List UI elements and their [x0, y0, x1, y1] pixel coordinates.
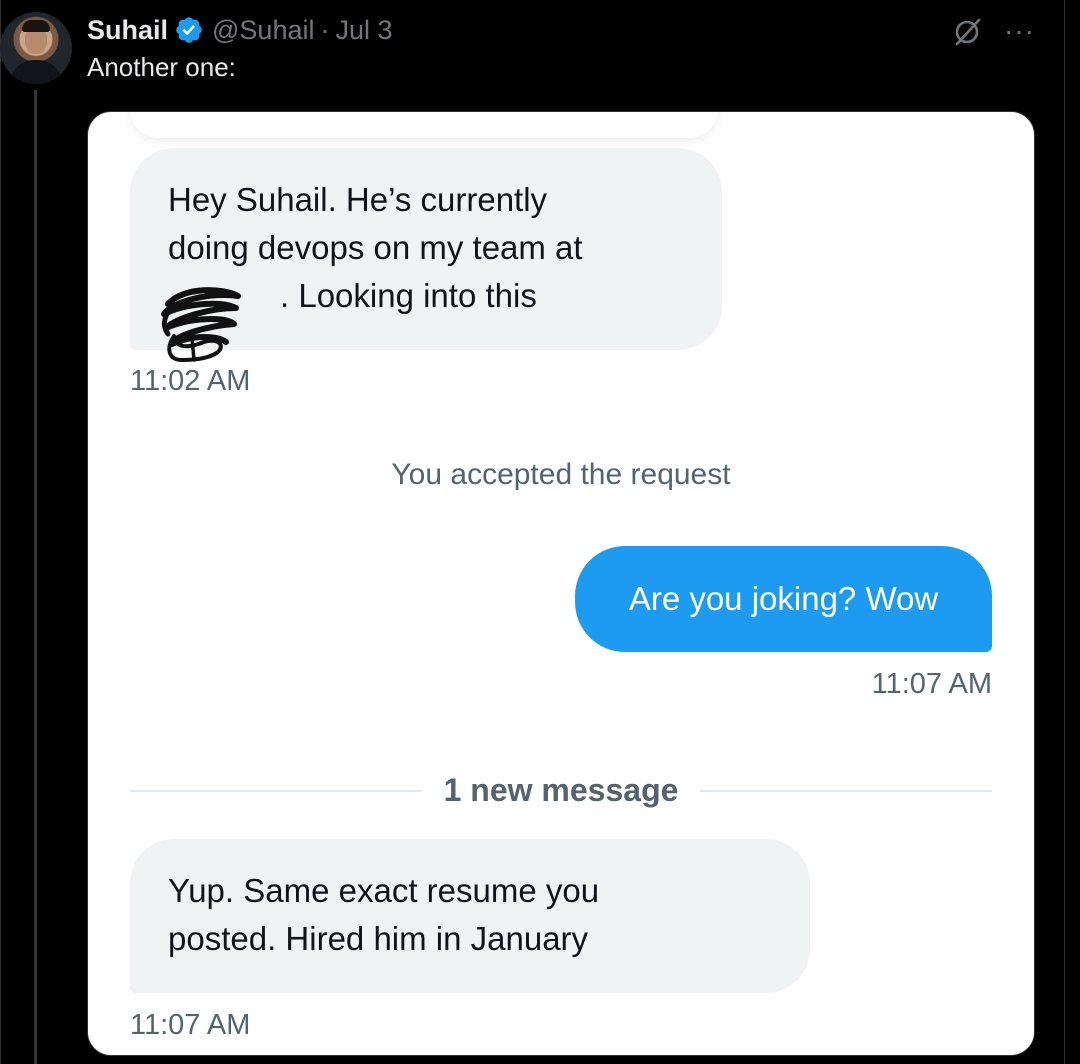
divider-line-left	[130, 789, 422, 792]
avatar[interactable]	[0, 12, 72, 84]
request-accepted-note: You accepted the request	[391, 458, 731, 491]
message-timestamp: 11:02 AM	[130, 365, 251, 397]
tweet-date[interactable]: Jul 3	[335, 15, 392, 46]
verified-badge-icon[interactable]	[174, 15, 204, 45]
tweet-actions: ···	[950, 14, 1035, 48]
left-border	[0, 0, 1, 1064]
message-line: posted. Hired him in January	[168, 920, 589, 957]
avatar-shirt	[10, 60, 62, 84]
message-line: doing devops on my team at	[168, 229, 583, 266]
attached-screenshot[interactable]: Hey Suhail. He’s currently doing devops …	[87, 111, 1035, 1056]
previous-message-edge	[130, 111, 718, 138]
divider-line-right	[700, 789, 993, 792]
grok-icon[interactable]	[950, 14, 984, 48]
message-line: Yup. Same exact resume you	[168, 872, 600, 909]
thread-connector-line	[34, 90, 37, 1064]
redaction-scribble	[161, 287, 241, 363]
message-timestamp: 11:07 AM	[871, 668, 992, 700]
message-line: Hey Suhail. He’s currently	[168, 181, 548, 218]
right-border	[1064, 0, 1065, 1064]
new-message-label: 1 new message	[443, 772, 679, 808]
more-options-icon[interactable]: ···	[1004, 17, 1035, 45]
author-name[interactable]: Suhail	[87, 15, 168, 46]
tweet-header: Suhail @Suhail · Jul 3	[87, 12, 393, 48]
message-timestamp: 11:07 AM	[130, 1009, 251, 1041]
tweet-text: Another one:	[87, 52, 236, 82]
avatar-hair	[22, 20, 50, 32]
tweet-page: Suhail @Suhail · Jul 3 ··· Another one: …	[0, 0, 1080, 1064]
previous-message-edge-inner	[200, 111, 620, 112]
separator-dot: ·	[320, 14, 330, 45]
author-handle[interactable]: @Suhail	[212, 15, 314, 46]
new-message-divider: 1 new message	[130, 772, 993, 809]
outgoing-message-bubble: Are you joking? Wow	[575, 546, 992, 652]
message-line: . Looking into this	[280, 277, 537, 314]
incoming-message-bubble: Yup. Same exact resume you posted. Hired…	[130, 839, 810, 993]
